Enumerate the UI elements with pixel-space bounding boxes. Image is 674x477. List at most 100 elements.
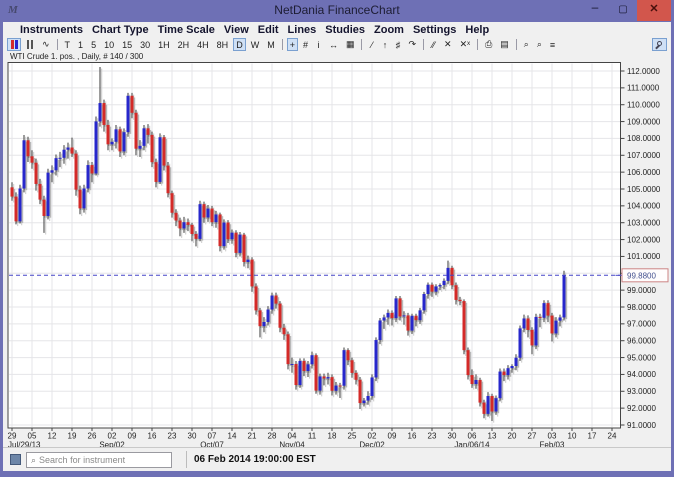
svg-text:101.0000: 101.0000 <box>627 252 661 261</box>
svg-text:103.0000: 103.0000 <box>627 219 661 228</box>
freehand-draw-button[interactable]: ↷ <box>405 38 419 51</box>
horizontal-scale-button[interactable]: ↔ <box>326 38 341 51</box>
svg-text:93.0000: 93.0000 <box>627 387 656 396</box>
app-window: M NetDania FinanceChart – ▢ ✕ Instrument… <box>0 0 674 477</box>
svg-text:23: 23 <box>168 432 177 441</box>
maximize-button[interactable]: ▢ <box>610 0 636 21</box>
menu-lines[interactable]: Lines <box>288 24 317 36</box>
svg-text:26: 26 <box>88 432 97 441</box>
pin-button[interactable] <box>652 38 667 51</box>
svg-text:19: 19 <box>68 432 77 441</box>
svg-text:105.0000: 105.0000 <box>627 185 661 194</box>
svg-text:04: 04 <box>288 432 297 441</box>
svg-text:102.0000: 102.0000 <box>627 235 661 244</box>
toolbar-separator <box>282 39 283 50</box>
svg-text:108.0000: 108.0000 <box>627 134 661 143</box>
close-button[interactable]: ✕ <box>637 0 671 21</box>
svg-text:95.0000: 95.0000 <box>627 353 656 362</box>
crosshair-button[interactable]: + <box>287 38 298 51</box>
fibonacci-button[interactable]: ♯ <box>392 38 403 51</box>
svg-text:02: 02 <box>108 432 117 441</box>
timescale-15m-button[interactable]: 15 <box>119 38 135 51</box>
svg-text:106.0000: 106.0000 <box>627 168 661 177</box>
svg-text:96.0000: 96.0000 <box>627 337 656 346</box>
instrument-search-input[interactable] <box>39 455 157 465</box>
svg-text:94.0000: 94.0000 <box>627 370 656 379</box>
chart-area[interactable]: 91.000092.000093.000094.000095.000096.00… <box>0 62 674 447</box>
instrument-search-box: ⌕ <box>26 452 172 468</box>
svg-text:23: 23 <box>428 432 437 441</box>
toolbar: ∿T151015301H2H4H8HDWM+#i↔▦⁄↑♯↷⁄⁄✕✕ˣ⎙▤⌕⌕≡ <box>0 37 674 52</box>
svg-text:09: 09 <box>128 432 137 441</box>
menu-edit[interactable]: Edit <box>258 24 279 36</box>
window-title: NetDania FinanceChart <box>0 3 674 17</box>
status-bar: ⌕ 06 Feb 2014 19:00:00 EST <box>0 447 674 471</box>
quote-panel-button[interactable]: ▦ <box>343 38 358 51</box>
timescale-1m-button[interactable]: 1 <box>75 38 86 51</box>
svg-text:27: 27 <box>528 432 537 441</box>
timescale-weekly-button[interactable]: W <box>248 38 263 51</box>
menu-settings[interactable]: Settings <box>413 24 456 36</box>
menu-time-scale[interactable]: Time Scale <box>158 24 215 36</box>
toolbar-separator <box>57 39 58 50</box>
svg-text:25: 25 <box>348 432 357 441</box>
line-chart-button[interactable]: ∿ <box>39 38 53 51</box>
svg-text:13: 13 <box>488 432 497 441</box>
timescale-4h-button[interactable]: 4H <box>194 38 212 51</box>
candlestick-chart[interactable]: 91.000092.000093.000094.000095.000096.00… <box>0 62 674 447</box>
toolbar-separator <box>423 39 424 50</box>
zoom-range-button[interactable]: ≡ <box>547 38 558 51</box>
status-separator <box>186 451 187 468</box>
menu-instruments[interactable]: Instruments <box>20 24 83 36</box>
grid-button[interactable]: # <box>300 38 311 51</box>
menu-bar: Instruments Chart Type Time Scale View Edit L… <box>0 22 674 37</box>
svg-text:07: 07 <box>208 432 217 441</box>
menu-view[interactable]: View <box>224 24 249 36</box>
instrument-label: WTI Crude 1. pos. , Daily, # 140 / 300 <box>10 52 143 61</box>
parallel-lines-button[interactable]: ⁄⁄ <box>428 38 439 51</box>
red-candle-glyph <box>11 40 14 49</box>
timescale-daily-button[interactable]: D <box>233 38 246 51</box>
svg-text:112.0000: 112.0000 <box>627 67 660 76</box>
menu-studies[interactable]: Studies <box>325 24 365 36</box>
svg-text:03: 03 <box>548 432 557 441</box>
delete-all-lines-button[interactable]: ✕ˣ <box>457 38 474 51</box>
current-price-label: 99.8800 <box>616 269 669 282</box>
print-button[interactable]: ⎙ <box>482 38 495 51</box>
zoom-in-button[interactable]: ⌕ <box>521 38 532 51</box>
timescale-1h-button[interactable]: 1H <box>155 38 173 51</box>
svg-text:20: 20 <box>508 432 517 441</box>
svg-text:21: 21 <box>248 432 257 441</box>
blue-candle-glyph <box>15 40 18 49</box>
svg-text:11: 11 <box>308 432 317 441</box>
candlestick-chart-button[interactable] <box>7 38 21 51</box>
svg-text:28: 28 <box>268 432 277 441</box>
price-axis: 91.000092.000093.000094.000095.000096.00… <box>621 67 661 430</box>
svg-text:12: 12 <box>48 432 57 441</box>
trendline-button[interactable]: ⁄ <box>366 38 377 51</box>
timescale-30m-button[interactable]: 30 <box>137 38 153 51</box>
minimize-button[interactable]: – <box>582 0 608 21</box>
timescale-8h-button[interactable]: 8H <box>214 38 232 51</box>
ohlc-bar-chart-button[interactable] <box>23 38 37 51</box>
menu-zoom[interactable]: Zoom <box>374 24 404 36</box>
info-button[interactable]: i <box>313 38 324 51</box>
svg-text:14: 14 <box>228 432 237 441</box>
menu-help[interactable]: Help <box>465 24 489 36</box>
timescale-2h-button[interactable]: 2H <box>175 38 193 51</box>
vertical-line-button[interactable]: ↑ <box>379 38 390 51</box>
timescale-10m-button[interactable]: 10 <box>101 38 117 51</box>
svg-text:107.0000: 107.0000 <box>627 151 661 160</box>
menu-chart-type[interactable]: Chart Type <box>92 24 149 36</box>
delete-line-button[interactable]: ✕ <box>441 38 455 51</box>
bar-glyph <box>31 40 33 49</box>
toolbar-separator <box>361 39 362 50</box>
timescale-5m-button[interactable]: 5 <box>88 38 99 51</box>
svg-text:29: 29 <box>8 432 17 441</box>
print-preview-button[interactable]: ▤ <box>497 38 512 51</box>
svg-text:16: 16 <box>408 432 417 441</box>
status-timestamp: 06 Feb 2014 19:00:00 EST <box>194 454 316 465</box>
timescale-monthly-button[interactable]: M <box>264 38 278 51</box>
timescale-tick-button[interactable]: T <box>62 38 74 51</box>
zoom-out-button[interactable]: ⌕ <box>534 38 545 51</box>
